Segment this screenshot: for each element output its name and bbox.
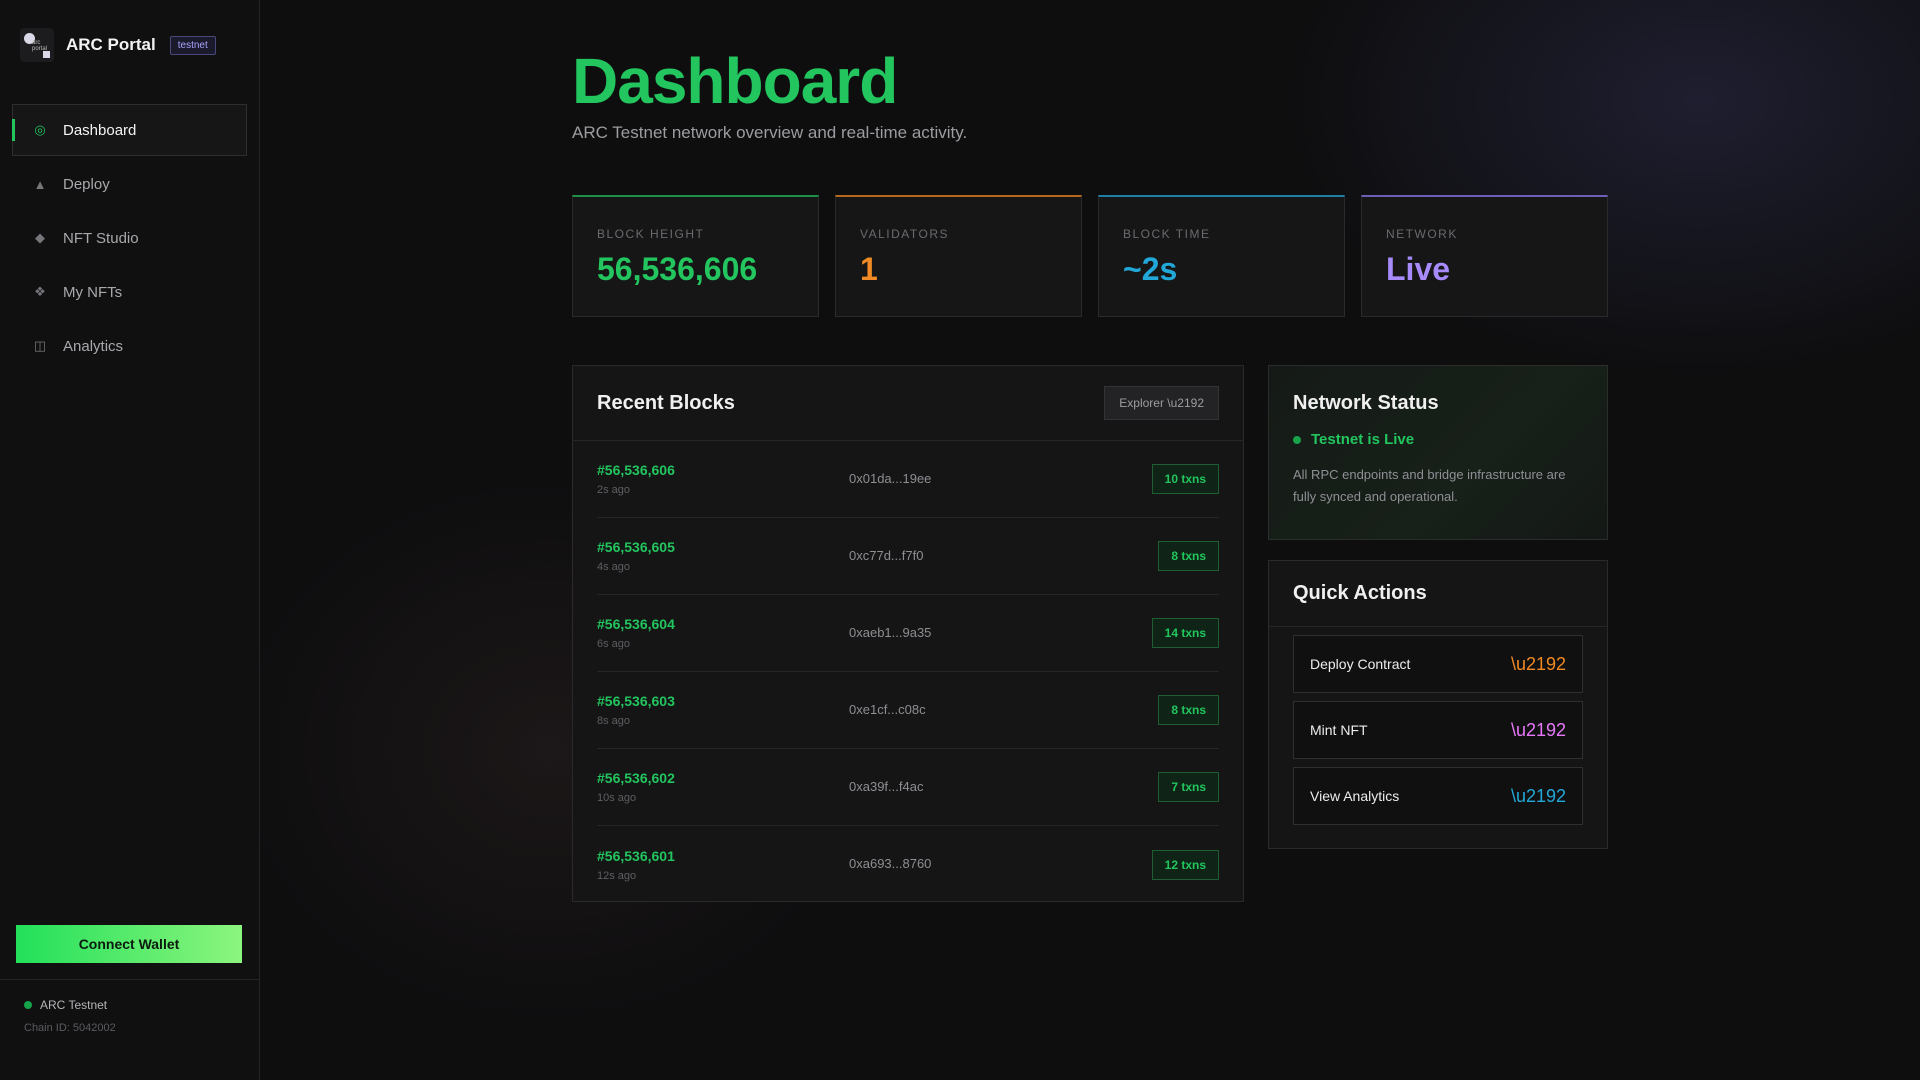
deploy-contract-button[interactable]: Deploy Contract \u2192 <box>1293 635 1583 693</box>
triangle-icon: ▲ <box>33 176 47 192</box>
stat-label: NETWORK <box>1386 227 1458 241</box>
brand[interactable]: arc portal ARC Portal testnet <box>20 28 216 62</box>
block-age: 4s ago <box>597 561 631 573</box>
block-hash: 0xa693...8760 <box>849 856 932 871</box>
table-row[interactable]: #56,536,602 10s ago 0xa39f...f4ac 7 txns <box>597 749 1219 826</box>
sidebar: arc portal ARC Portal testnet ◎ Dashboard… <box>0 0 260 1080</box>
block-number[interactable]: #56,536,603 <box>597 693 675 709</box>
arc-logo-icon: arc portal <box>20 28 54 62</box>
block-age: 8s ago <box>597 715 631 727</box>
quick-actions-panel: Quick Actions Deploy Contract \u2192 Min… <box>1268 560 1608 849</box>
network-status-panel: Network Status Testnet is Live All RPC e… <box>1268 365 1608 540</box>
network-info: ARC Testnet Chain ID: 5042002 <box>0 979 260 1052</box>
txns-badge: 7 txns <box>1158 772 1219 802</box>
stat-value: 1 <box>860 251 878 287</box>
sidebar-item-dashboard[interactable]: ◎ Dashboard <box>12 104 247 156</box>
table-row[interactable]: #56,536,603 8s ago 0xe1cf...c08c 8 txns <box>597 672 1219 749</box>
action-label: Deploy Contract <box>1310 656 1411 672</box>
txns-badge: 12 txns <box>1151 849 1219 880</box>
block-age: 2s ago <box>597 484 631 496</box>
stat-label: BLOCK HEIGHT <box>597 227 705 241</box>
table-row[interactable]: #56,536,601 12s ago 0xa693...8760 12 txn… <box>597 826 1219 903</box>
brand-name: ARC Portal <box>66 35 156 54</box>
sidebar-item-label: Deploy <box>63 175 110 193</box>
explorer-button[interactable]: Explorer \u2192 <box>1104 386 1219 420</box>
block-hash: 0xe1cf...c08c <box>849 702 926 717</box>
block-age: 6s ago <box>597 638 631 650</box>
status-dot-icon <box>24 1001 32 1009</box>
stat-label: VALIDATORS <box>860 227 950 241</box>
block-number[interactable]: #56,536,602 <box>597 770 675 786</box>
sidebar-item-label: NFT Studio <box>63 229 139 247</box>
action-label: Mint NFT <box>1310 722 1368 738</box>
view-analytics-button[interactable]: View Analytics \u2192 <box>1293 767 1583 825</box>
sidebar-item-label: My NFTs <box>63 283 123 301</box>
sidebar-item-deploy[interactable]: ▲ Deploy <box>12 158 247 210</box>
table-row[interactable]: #56,536,606 2s ago 0x01da...19ee 10 txns <box>597 441 1219 518</box>
block-age: 10s ago <box>597 792 637 804</box>
chart-icon: ◫ <box>33 338 47 353</box>
sidebar-item-my-nfts[interactable]: ❖ My NFTs <box>12 266 247 318</box>
sidebar-item-label: Dashboard <box>63 121 137 139</box>
table-row[interactable]: #56,536,604 6s ago 0xaeb1...9a35 14 txns <box>597 595 1219 672</box>
txns-badge: 10 txns <box>1151 464 1219 494</box>
sidebar-item-analytics[interactable]: ◫ Analytics <box>12 320 247 372</box>
block-age: 12s ago <box>597 869 637 882</box>
diamonds-icon: ❖ <box>34 284 46 299</box>
block-hash: 0xa39f...f4ac <box>849 779 924 794</box>
stat-card-network: NETWORK Live <box>1361 195 1608 317</box>
live-dot-icon <box>1293 435 1301 444</box>
arrow-right-icon: \u2192 <box>1510 785 1566 806</box>
target-icon: ◎ <box>34 122 46 137</box>
block-number[interactable]: #56,536,605 <box>597 539 675 555</box>
page-subtitle: ARC Testnet network overview and real-ti… <box>572 123 968 142</box>
block-number[interactable]: #56,536,606 <box>597 462 675 478</box>
status-description: All RPC endpoints and bridge infrastruct… <box>1293 467 1566 504</box>
panel-title: Recent Blocks <box>597 391 735 414</box>
panel-title: Network Status <box>1293 392 1439 414</box>
block-hash: 0x01da...19ee <box>849 471 932 486</box>
stat-card-block-time: BLOCK TIME ~2s <box>1098 195 1345 317</box>
block-hash: 0xc77d...f7f0 <box>849 548 924 563</box>
panel-title: Quick Actions <box>1293 582 1427 604</box>
mint-nft-button[interactable]: Mint NFT \u2192 <box>1293 701 1583 759</box>
block-hash: 0xaeb1...9a35 <box>849 625 932 640</box>
recent-blocks-panel: Recent Blocks Explorer \u2192 #56,536,60… <box>572 365 1244 902</box>
txns-badge: 14 txns <box>1151 618 1219 648</box>
network-name: ARC Testnet <box>40 998 108 1012</box>
testnet-badge: testnet <box>169 35 216 55</box>
stat-card-block-height: BLOCK HEIGHT 56,536,606 <box>572 195 819 317</box>
arrow-right-icon: \u2192 <box>1510 719 1566 740</box>
page-title: Dashboard <box>572 45 898 117</box>
sidebar-nav: ◎ Dashboard ▲ Deploy ◆ NFT Studio ❖ My N… <box>12 104 247 374</box>
table-row[interactable]: #56,536,605 4s ago 0xc77d...f7f0 8 txns <box>597 518 1219 595</box>
block-number[interactable]: #56,536,604 <box>597 616 675 632</box>
stat-value: ~2s <box>1123 251 1178 287</box>
stats-row: BLOCK HEIGHT 56,536,606 VALIDATORS 1 BLO… <box>572 195 1608 317</box>
status-text: Testnet is Live <box>1311 431 1415 448</box>
stat-label: BLOCK TIME <box>1123 227 1211 241</box>
stat-value: 56,536,606 <box>597 251 758 287</box>
connect-wallet-button[interactable]: Connect Wallet <box>16 925 242 963</box>
arrow-right-icon: \u2192 <box>1510 653 1566 674</box>
sidebar-item-label: Analytics <box>63 337 124 355</box>
block-number[interactable]: #56,536,601 <box>597 848 675 864</box>
stat-card-validators: VALIDATORS 1 <box>835 195 1082 317</box>
txns-badge: 8 txns <box>1158 695 1219 725</box>
chain-id: Chain ID: 5042002 <box>24 1022 116 1034</box>
stat-value: Live <box>1386 251 1451 287</box>
action-label: View Analytics <box>1310 788 1400 804</box>
diamond-icon: ◆ <box>35 230 45 245</box>
sidebar-item-nft-studio[interactable]: ◆ NFT Studio <box>12 212 247 264</box>
txns-badge: 8 txns <box>1158 541 1219 571</box>
